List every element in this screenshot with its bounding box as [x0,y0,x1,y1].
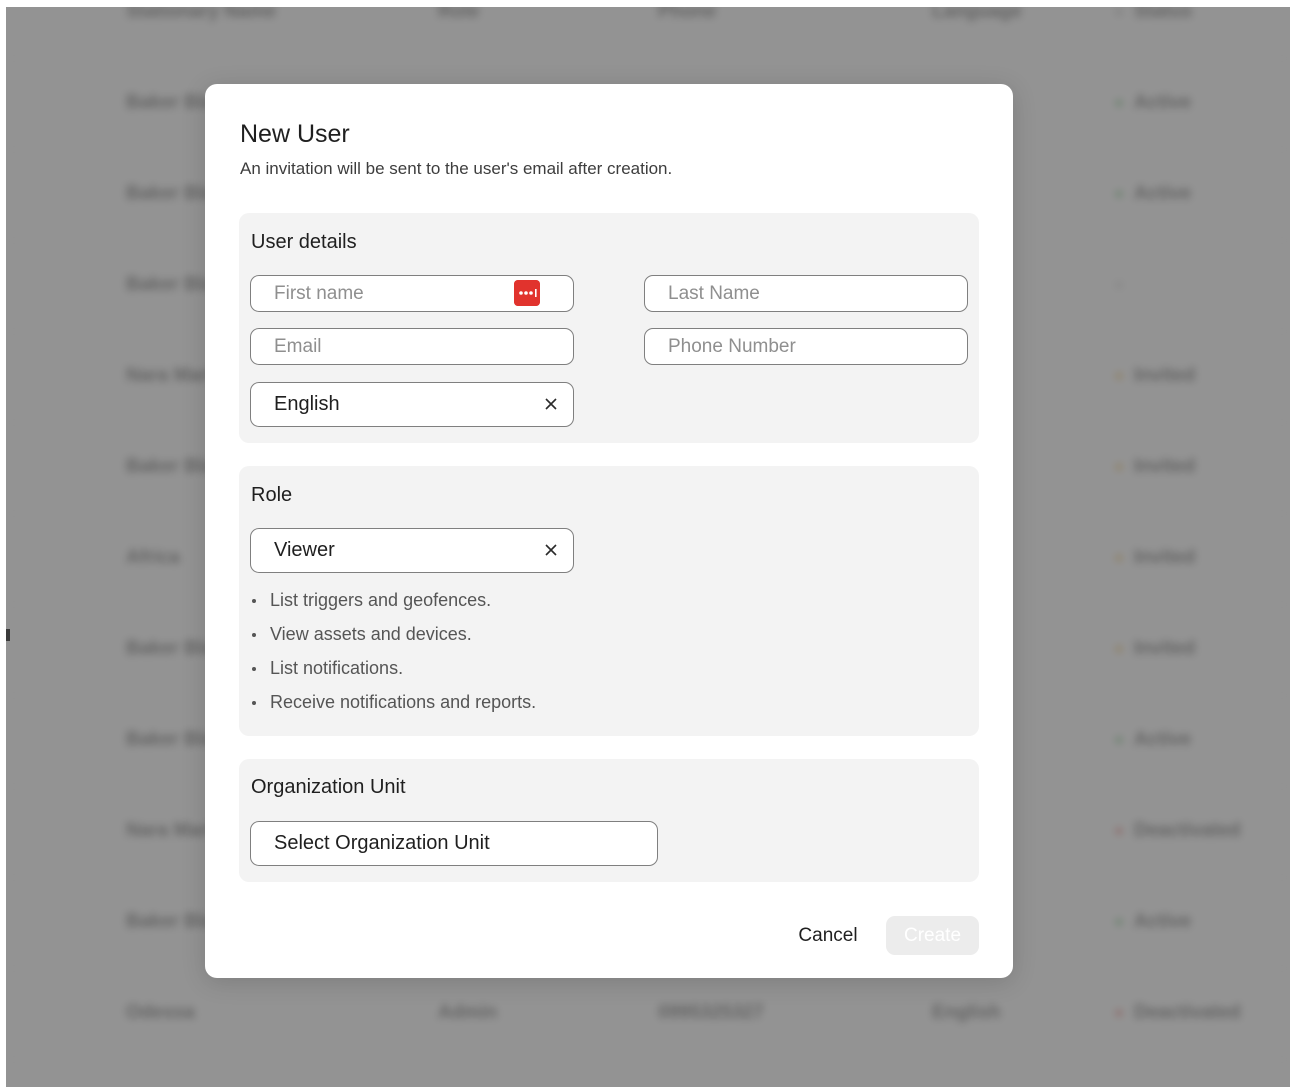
organization-unit-select[interactable]: Select Organization Unit [250,821,658,866]
create-button[interactable]: Create [886,916,979,955]
role-select[interactable]: Viewer [250,528,574,573]
role-select-value: Viewer [274,539,335,561]
permission-item: List notifications. [252,657,536,691]
permission-item: View assets and devices. [252,623,536,657]
role-section: Role Viewer List triggers and geofences.… [239,466,979,736]
language-select-value: English [274,393,340,415]
permission-item: List triggers and geofences. [252,589,536,623]
edge-marker [6,629,10,641]
cancel-button[interactable]: Cancel [783,916,873,955]
email-input[interactable] [250,328,574,365]
last-name-input[interactable] [644,275,968,312]
clear-icon[interactable] [543,542,559,558]
language-select[interactable]: English [250,382,574,427]
dialog-subtitle: An invitation will be sent to the user's… [240,159,673,178]
organization-unit-placeholder: Select Organization Unit [274,832,490,854]
role-permissions-list: List triggers and geofences. View assets… [252,589,536,725]
dialog-title: New User [240,120,350,148]
password-manager-icon[interactable] [514,280,540,306]
user-details-section: User details English [239,213,979,443]
organization-unit-title: Organization Unit [251,776,406,798]
organization-unit-section: Organization Unit Select Organization Un… [239,759,979,882]
phone-number-input[interactable] [644,328,968,365]
permission-item: Receive notifications and reports. [252,691,536,725]
user-details-title: User details [251,231,357,253]
new-user-dialog: New User An invitation will be sent to t… [205,84,1013,978]
clear-icon[interactable] [543,396,559,412]
role-title: Role [251,484,293,506]
